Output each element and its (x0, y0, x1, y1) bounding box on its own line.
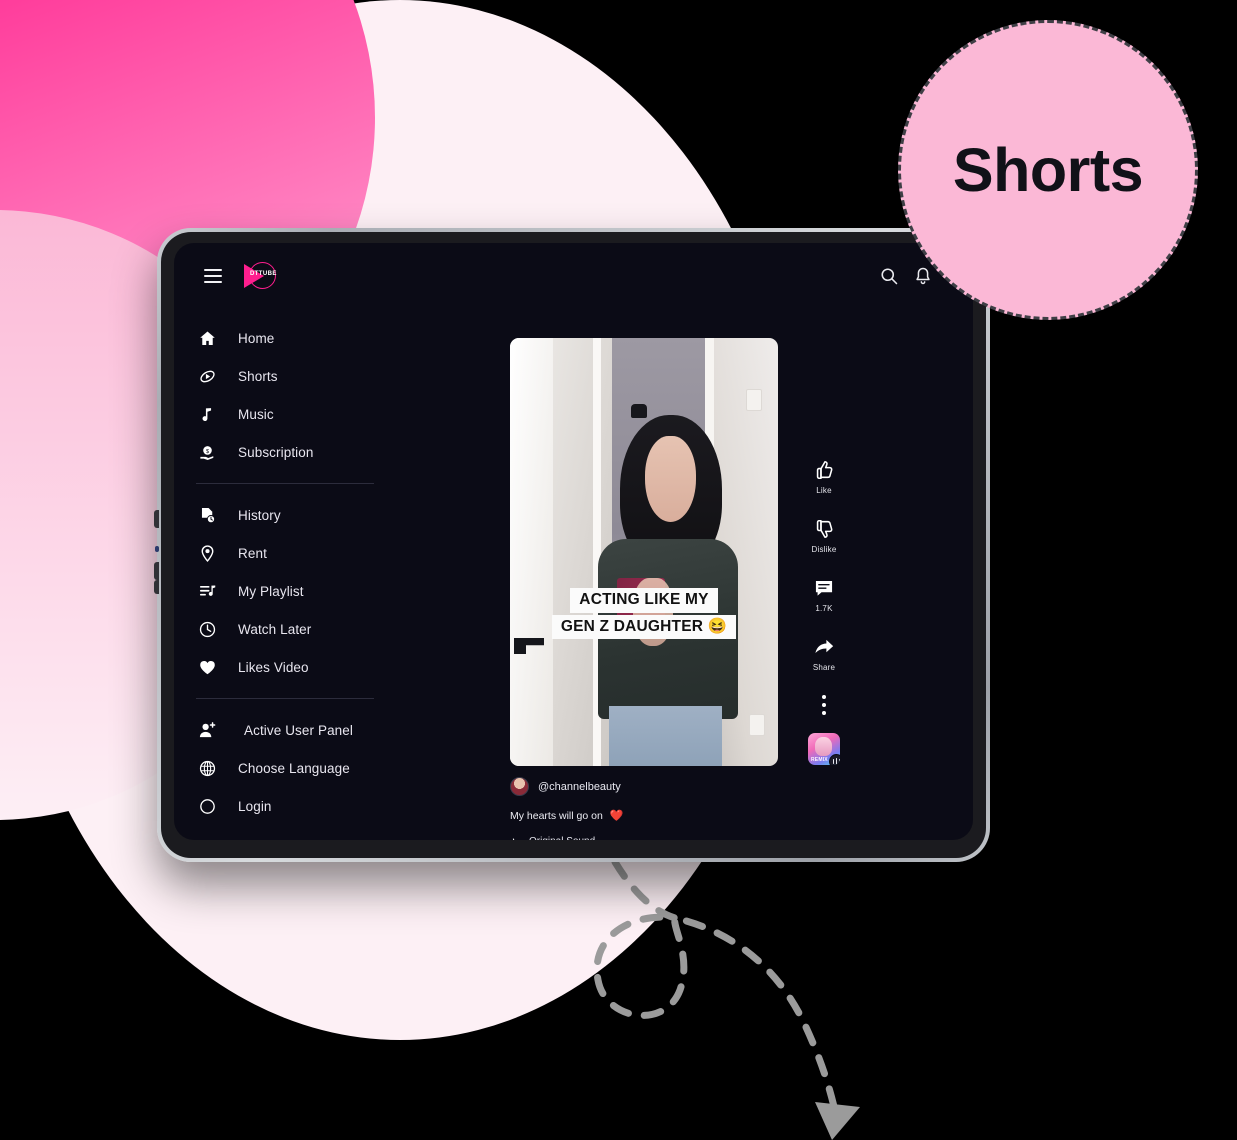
more-vertical-icon[interactable] (822, 695, 826, 715)
sidebar-item-label: History (238, 507, 281, 523)
search-icon[interactable] (879, 266, 899, 286)
sidebar-item-label: Rent (238, 545, 267, 561)
sidebar-group-account: Active User Panel Choose Language Login (174, 711, 396, 825)
history-document-icon (196, 504, 218, 526)
tablet-bezel: DTTUBE Home Shorts Music $ Subscription … (161, 232, 986, 858)
caption-line-1: ACTING LIKE MY (570, 588, 718, 613)
sidebar-item-label: Music (238, 406, 274, 422)
sidebar-group-primary: Home Shorts Music $ Subscription (174, 319, 396, 471)
shorts-action-rail: Like Dislike 1.7K Share REMIX (796, 459, 852, 765)
sidebar-item-active-user-panel[interactable]: Active User Panel (196, 711, 374, 749)
sidebar-item-choose-language[interactable]: Choose Language (196, 749, 374, 787)
thumbs-up-icon (816, 460, 833, 480)
sound-row[interactable]: ♪ Original Sound (510, 834, 840, 840)
playlist-icon (196, 580, 218, 602)
video-frame (510, 338, 778, 766)
sidebar-item-label: Home (238, 330, 275, 346)
music-thumbnail-art (815, 737, 832, 756)
shorts-video[interactable]: ACTING LIKE MY GEN Z DAUGHTER 😆 (510, 338, 778, 766)
like-button[interactable]: Like (813, 459, 835, 495)
shorts-callout-badge: Shorts (898, 20, 1198, 320)
sidebar-item-likes-video[interactable]: Likes Video (196, 648, 374, 686)
sidebar-divider (196, 483, 374, 484)
sidebar-item-label: Watch Later (238, 621, 312, 637)
music-note-icon (196, 403, 218, 425)
circle-icon (196, 795, 218, 817)
video-caption-overlay: ACTING LIKE MY GEN Z DAUGHTER 😆 (519, 588, 769, 640)
sidebar: Home Shorts Music $ Subscription History… (174, 309, 396, 840)
share-arrow-icon (815, 639, 834, 654)
screenshot-stage: DTTUBE Home Shorts Music $ Subscription … (0, 0, 1237, 1140)
sidebar-item-my-playlist[interactable]: My Playlist (196, 572, 374, 610)
tablet-indicator-dot (155, 546, 159, 552)
header-actions (879, 266, 933, 286)
user-add-icon (196, 719, 218, 741)
sidebar-group-library: History Rent My Playlist Watch Later Lik… (174, 496, 396, 686)
globe-icon (196, 757, 218, 779)
sidebar-item-label: Likes Video (238, 659, 309, 675)
sidebar-divider (196, 698, 374, 699)
sidebar-item-rent[interactable]: Rent (196, 534, 374, 572)
tablet-side-button[interactable] (154, 580, 159, 594)
thumbs-down-icon (816, 519, 833, 539)
sidebar-item-login[interactable]: Login (196, 787, 374, 825)
tablet-volume-down-button[interactable] (154, 562, 159, 580)
home-icon (196, 327, 218, 349)
sidebar-item-label: Active User Panel (244, 722, 353, 738)
caption-line-2: GEN Z DAUGHTER 😆 (551, 614, 737, 640)
dashed-arrow-annotation (593, 858, 860, 1140)
app-header: DTTUBE (174, 243, 973, 309)
sidebar-item-home[interactable]: Home (196, 319, 374, 357)
dislike-label: Dislike (811, 545, 837, 554)
sidebar-item-label: Subscription (238, 444, 314, 460)
sound-name: Original Sound (529, 836, 595, 841)
tablet-screen: DTTUBE Home Shorts Music $ Subscription … (174, 243, 973, 840)
heart-icon (196, 656, 218, 678)
like-label: Like (816, 486, 832, 495)
sidebar-item-label: My Playlist (238, 583, 304, 599)
music-equalizer-badge (829, 754, 840, 765)
sidebar-item-shorts[interactable]: Shorts (196, 357, 374, 395)
hamburger-icon[interactable] (204, 269, 222, 283)
bell-icon[interactable] (913, 266, 933, 286)
shorts-callout-label: Shorts (952, 136, 1144, 204)
brand-wordmark: DTTUBE (250, 271, 277, 277)
svg-text:$: $ (205, 448, 208, 454)
comments-button[interactable]: 1.7K (813, 577, 835, 613)
music-note-icon: ♪ (510, 834, 516, 840)
brand-logo[interactable]: DTTUBE (243, 259, 277, 293)
sidebar-item-label: Shorts (238, 368, 278, 384)
tablet-volume-up-button[interactable] (154, 510, 159, 528)
tablet-device: DTTUBE Home Shorts Music $ Subscription … (154, 228, 990, 862)
share-label: Share (812, 663, 836, 672)
channel-handle: @channelbeauty (538, 780, 621, 793)
sidebar-item-music[interactable]: Music (196, 395, 374, 433)
channel-row[interactable]: @channelbeauty (510, 777, 840, 796)
location-pin-icon (196, 542, 218, 564)
music-thumbnail[interactable]: REMIX (808, 733, 840, 765)
sidebar-item-history[interactable]: History (196, 496, 374, 534)
share-button[interactable]: Share (813, 636, 835, 672)
heart-emoji-icon: ❤️ (609, 810, 624, 822)
background-magenta-arc (0, 1018, 651, 1140)
music-thumbnail-label: REMIX (811, 757, 828, 763)
video-title: My hearts will go on ❤️ (510, 809, 840, 823)
clock-icon (196, 618, 218, 640)
comments-count: 1.7K (815, 604, 833, 613)
shorts-icon (196, 365, 218, 387)
sidebar-item-subscription[interactable]: $ Subscription (196, 433, 374, 471)
comment-icon (815, 581, 833, 596)
avatar (510, 777, 529, 796)
dislike-button[interactable]: Dislike (812, 518, 837, 554)
video-meta: @channelbeauty My hearts will go on ❤️ ♪… (510, 777, 840, 840)
sidebar-item-label: Choose Language (238, 760, 350, 776)
sidebar-item-watch-later[interactable]: Watch Later (196, 610, 374, 648)
money-hand-icon: $ (196, 441, 218, 463)
video-title-text: My hearts will go on (510, 809, 603, 822)
sidebar-item-label: Login (238, 798, 272, 814)
shorts-player: ACTING LIKE MY GEN Z DAUGHTER 😆 Like Dis… (396, 309, 973, 840)
